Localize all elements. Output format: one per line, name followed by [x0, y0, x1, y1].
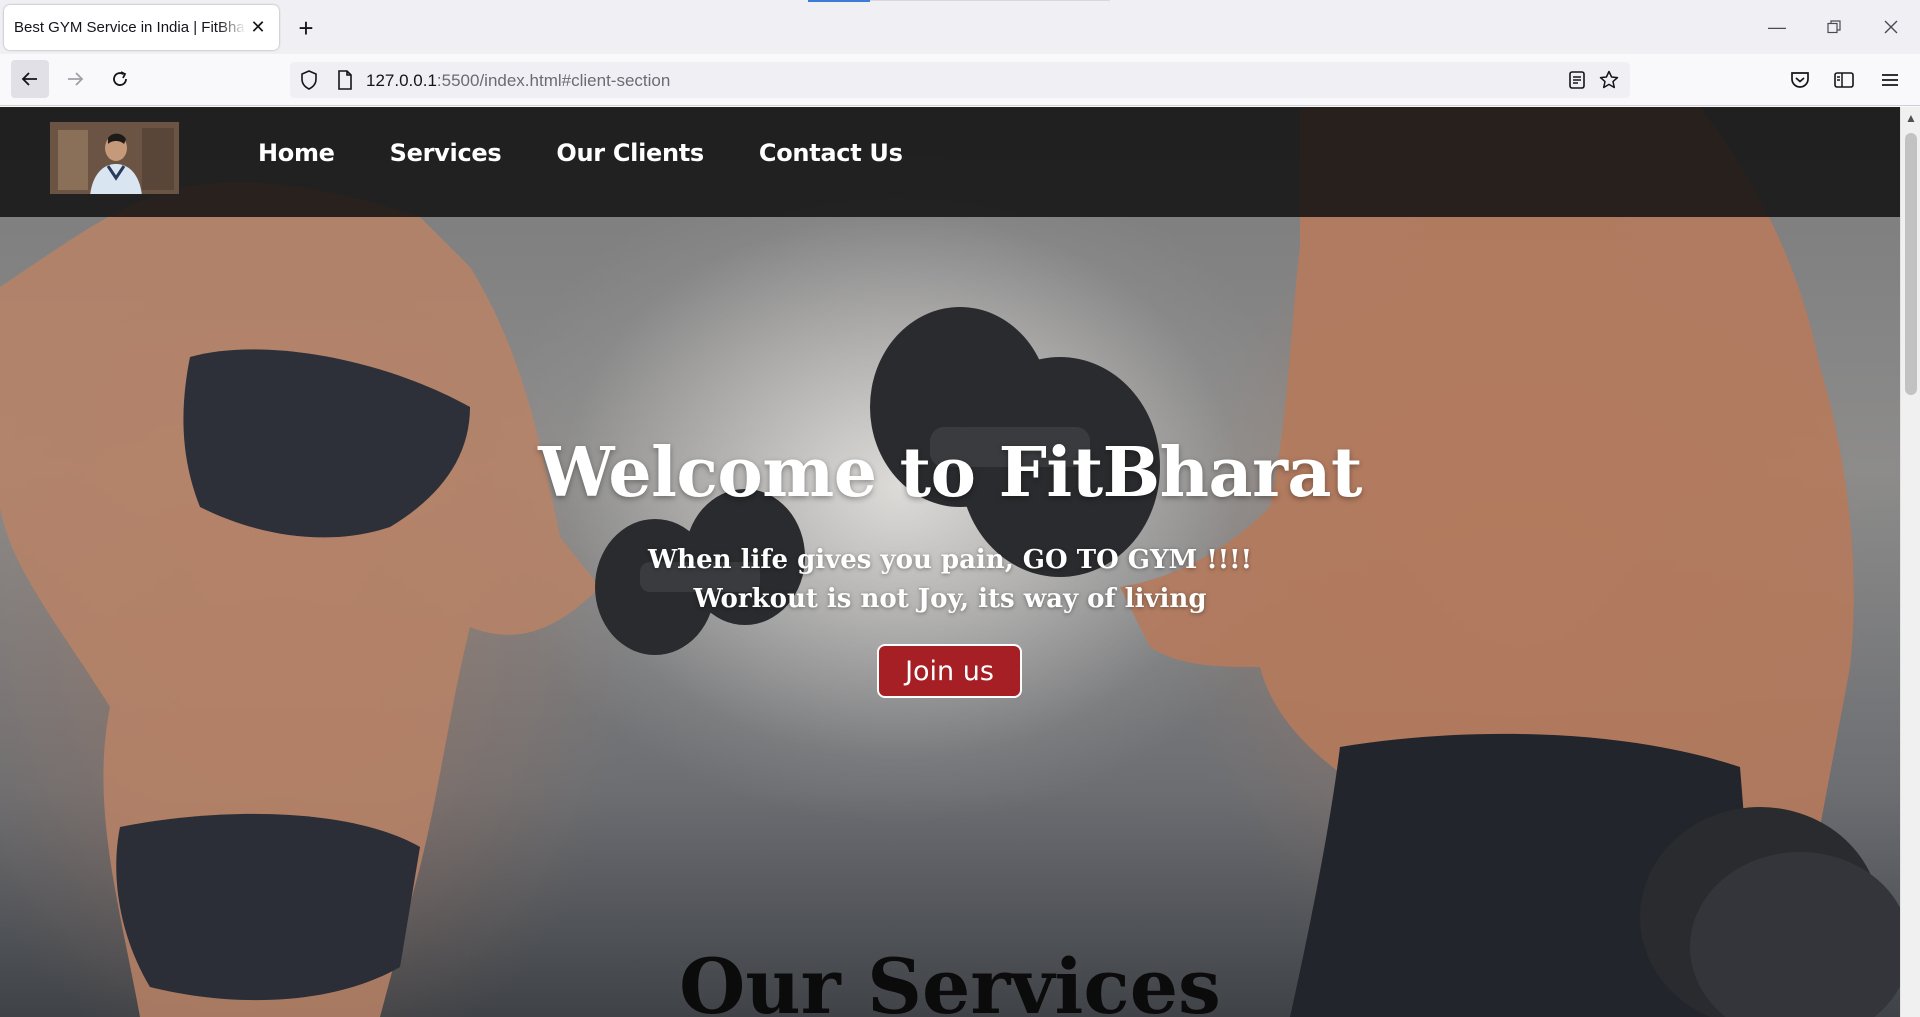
reader-view-icon[interactable]	[1566, 69, 1588, 91]
url-path: :5500/index.html#client-section	[436, 71, 671, 90]
tab-title: Best GYM Service in India | FitBharat	[14, 19, 246, 36]
page-scrollbar[interactable]: ▲	[1900, 107, 1920, 1017]
tab-strip: Best GYM Service in India | FitBharat ✕ …	[0, 0, 1920, 54]
forward-button[interactable]	[56, 60, 94, 98]
reload-button[interactable]	[101, 60, 139, 98]
site-nav: Home Services Our Clients Contact Us	[258, 139, 903, 167]
back-arrow-icon	[21, 72, 37, 86]
pocket-icon[interactable]	[1788, 68, 1812, 92]
page-info-icon[interactable]	[334, 69, 356, 91]
nav-our-clients-link[interactable]: Our Clients	[556, 139, 704, 167]
hero-tagline-1: When life gives you pain, GO TO GYM !!!!	[647, 545, 1253, 575]
tab-divider-line	[870, 0, 1110, 1]
nav-contact-us-link[interactable]: Contact Us	[759, 139, 903, 167]
join-us-button[interactable]: Join us	[877, 644, 1022, 698]
url-text[interactable]: 127.0.0.1:5500/index.html#client-section	[366, 71, 670, 91]
tab-accent-line	[808, 0, 870, 2]
logo-photo	[50, 122, 179, 194]
sidebar-icon[interactable]	[1832, 68, 1856, 92]
window-close-icon[interactable]	[1876, 12, 1906, 42]
hero-title: Welcome to FitBharat	[538, 433, 1362, 513]
menu-icon[interactable]	[1878, 68, 1902, 92]
scroll-up-arrow-icon[interactable]: ▲	[1905, 111, 1917, 125]
services-section-title: Our Services	[679, 942, 1221, 1017]
new-tab-icon[interactable]: +	[290, 12, 322, 44]
active-tab[interactable]: Best GYM Service in India | FitBharat ✕	[4, 5, 279, 50]
page-viewport: Home Services Our Clients Contact Us Wel…	[0, 107, 1900, 1017]
nav-home-link[interactable]: Home	[258, 139, 335, 167]
url-host: 127.0.0.1	[366, 71, 437, 90]
address-bar[interactable]: 127.0.0.1:5500/index.html#client-section	[290, 62, 1630, 98]
reload-icon	[113, 71, 127, 86]
nav-services-link[interactable]: Services	[390, 139, 502, 167]
restore-icon[interactable]	[1819, 12, 1849, 42]
back-button[interactable]	[11, 60, 49, 98]
site-header: Home Services Our Clients Contact Us	[0, 107, 1900, 217]
minimize-icon[interactable]: —	[1762, 12, 1792, 42]
forward-arrow-icon	[68, 72, 84, 86]
close-icon[interactable]: ✕	[247, 16, 269, 38]
bookmark-star-icon[interactable]	[1598, 69, 1620, 91]
hero-tagline-2: Workout is not Joy, its way of living	[693, 584, 1207, 614]
shield-icon[interactable]	[298, 69, 320, 91]
browser-toolbar: 127.0.0.1:5500/index.html#client-section	[0, 54, 1920, 106]
site-logo[interactable]	[49, 121, 180, 195]
scroll-thumb[interactable]	[1905, 133, 1917, 395]
